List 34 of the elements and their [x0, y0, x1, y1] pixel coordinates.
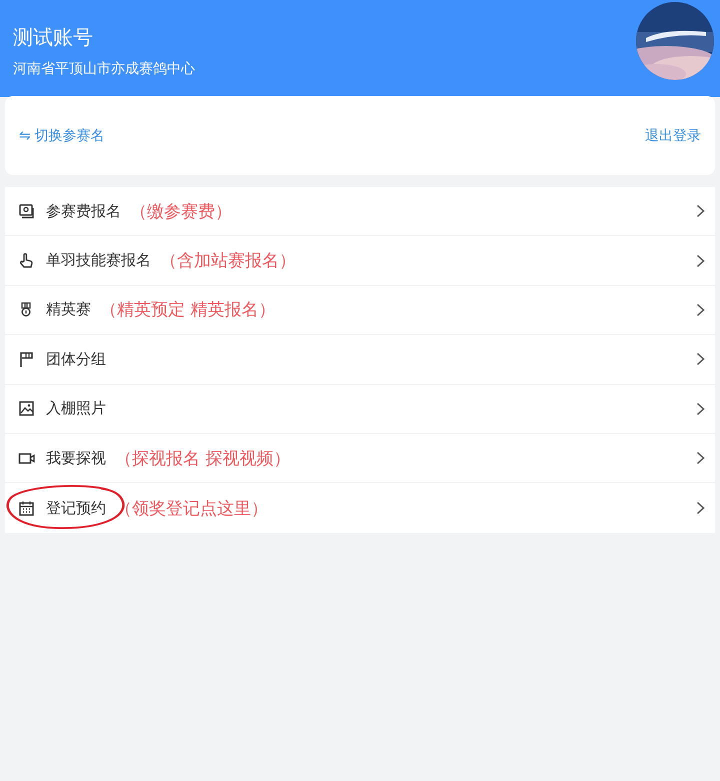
- chevron-right-icon: [696, 254, 705, 268]
- menu-note: （缴参赛费）: [130, 200, 232, 223]
- switch-icon: ⇋: [19, 128, 31, 144]
- menu-label: 精英赛: [46, 300, 91, 320]
- club-name: 河南省平顶山市亦成赛鸽中心: [13, 60, 195, 78]
- chevron-right-icon: [696, 451, 705, 466]
- chevron-right-icon: [696, 501, 705, 516]
- menu-item[interactable]: 单羽技能赛报名 （含加站赛报名）: [5, 236, 715, 286]
- menu-item[interactable]: 入棚照片: [5, 384, 715, 434]
- menu-note: （领奖登记点这里）: [115, 498, 268, 520]
- chevron-right-icon: [696, 402, 705, 416]
- chevron-right-icon: [696, 204, 705, 218]
- chevron-right-icon: [696, 302, 705, 317]
- menu-item[interactable]: 精英赛 （精英预定 精英报名）: [5, 286, 715, 336]
- menu-note: （探视报名 探视视频）: [115, 448, 290, 470]
- menu-note: （含加站赛报名）: [160, 250, 296, 272]
- menu-note: （精英预定 精英报名）: [100, 299, 276, 322]
- menu-label: 团体分组: [46, 350, 106, 369]
- menu-label: 我要探视: [46, 448, 106, 468]
- menu-item[interactable]: 参赛费报名 （缴参赛费）: [5, 187, 715, 236]
- chevron-right-icon: [696, 352, 705, 366]
- calendar-icon: [18, 500, 35, 517]
- menu-label: 入棚照片: [46, 399, 106, 418]
- account-title: 测试账号: [13, 24, 94, 51]
- menu-label: 单羽技能赛报名: [46, 251, 151, 270]
- receipt-icon: [18, 202, 35, 220]
- menu-label: 登记预约: [46, 498, 106, 518]
- menu-item[interactable]: 登记预约 （领奖登记点这里）: [5, 483, 715, 533]
- hand-pointer-icon: [18, 252, 35, 270]
- menu-item[interactable]: 我要探视 （探视报名 探视视频）: [5, 434, 715, 484]
- flag-icon: [18, 350, 35, 368]
- menu-label: 参赛费报名: [46, 202, 121, 221]
- image-icon: [18, 400, 35, 418]
- menu-item[interactable]: 团体分组: [5, 335, 715, 385]
